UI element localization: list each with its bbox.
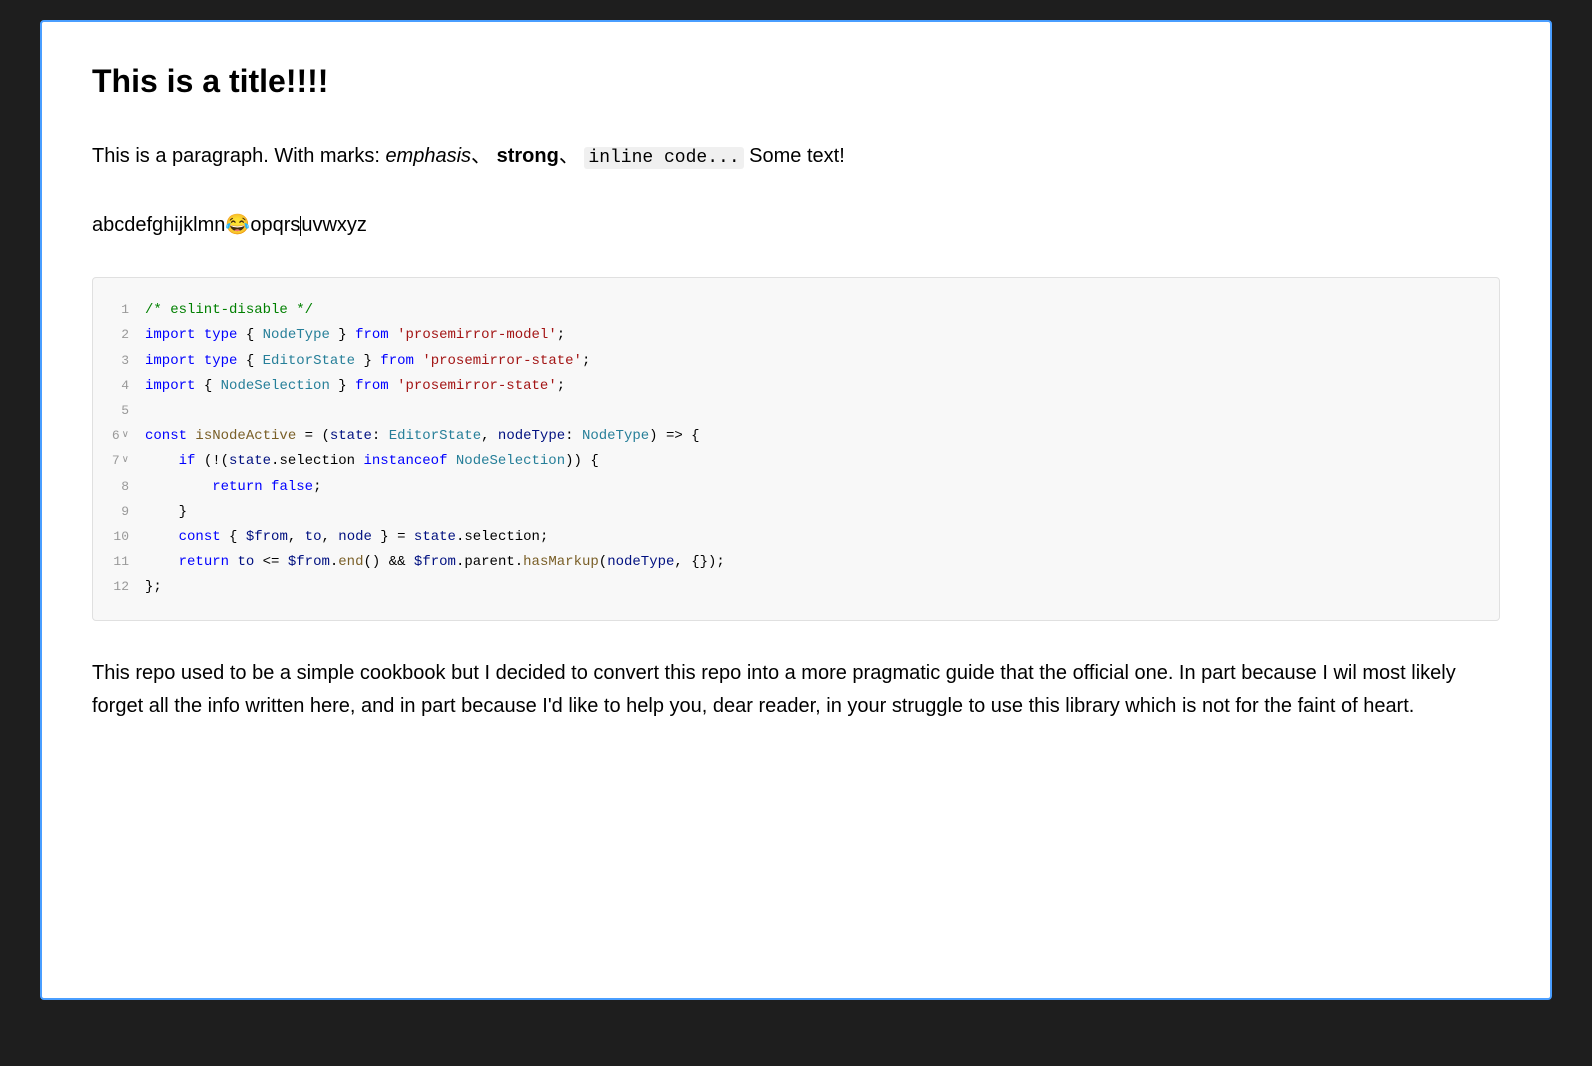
line-number-4: 4 — [109, 374, 145, 397]
emphasis-text: emphasis — [385, 145, 471, 167]
code-line-1: 1 /* eslint-disable */ — [109, 298, 1483, 323]
line-content-11: return to <= $from.end() && $from.parent… — [145, 550, 1483, 575]
line-content-3: import type { EditorState } from 'prosem… — [145, 349, 1483, 374]
line-number-1: 1 — [109, 298, 145, 321]
alphabet-middle: opqrs — [250, 214, 300, 236]
comma1: 、 — [471, 145, 491, 167]
line-number-7: 7 ∨ — [109, 449, 145, 472]
line-number-9: 9 — [109, 500, 145, 523]
code-line-3: 3 import type { EditorState } from 'pros… — [109, 349, 1483, 374]
document-title: This is a title!!!! — [92, 62, 1500, 100]
line-number-11: 11 — [109, 550, 145, 573]
code-line-8: 8 return false; — [109, 475, 1483, 500]
code-line-7: 7 ∨ if (!(state.selection instanceof Nod… — [109, 449, 1483, 474]
paragraph-with-marks: This is a paragraph. With marks: emphasi… — [92, 140, 1500, 173]
alphabet-line: abcdefghijklmn😂opqrsuvwxyz — [92, 209, 1500, 241]
line-number-2: 2 — [109, 323, 145, 346]
line-content-8: return false; — [145, 475, 1483, 500]
comma2: 、 — [559, 145, 579, 167]
line-content-9: } — [145, 500, 1483, 525]
line-number-8: 8 — [109, 475, 145, 498]
strong-text: strong — [497, 145, 559, 167]
emoji-char: 😂 — [225, 214, 250, 236]
line-content-10: const { $from, to, node } = state.select… — [145, 525, 1483, 550]
line-number-3: 3 — [109, 349, 145, 372]
paragraph-suffix: Some text! — [744, 145, 845, 167]
code-line-12: 12 }; — [109, 575, 1483, 600]
code-line-2: 2 import type { NodeType } from 'prosemi… — [109, 323, 1483, 348]
editor-area[interactable]: This is a title!!!! This is a paragraph.… — [40, 20, 1552, 1000]
code-line-5: 5 — [109, 399, 1483, 424]
line-content-12: }; — [145, 575, 1483, 600]
line-content-7: if (!(state.selection instanceof NodeSel… — [145, 449, 1483, 474]
line-content-1: /* eslint-disable */ — [145, 298, 1483, 323]
code-block: 1 /* eslint-disable */ 2 import type { N… — [92, 277, 1500, 621]
code-line-6: 6 ∨ const isNodeActive = (state: EditorS… — [109, 424, 1483, 449]
alphabet-prefix: abcdefghijklmn — [92, 214, 225, 236]
code-line-11: 11 return to <= $from.end() && $from.par… — [109, 550, 1483, 575]
line-number-12: 12 — [109, 575, 145, 598]
line-number-6: 6 ∨ — [109, 424, 145, 447]
line-content-4: import { NodeSelection } from 'prosemirr… — [145, 374, 1483, 399]
code-line-4: 4 import { NodeSelection } from 'prosemi… — [109, 374, 1483, 399]
inline-code-text: inline code... — [584, 147, 743, 169]
alphabet-rest: uvwxyz — [301, 214, 367, 236]
line-content-2: import type { NodeType } from 'prosemirr… — [145, 323, 1483, 348]
paragraph-prefix: This is a paragraph. With marks: — [92, 145, 385, 167]
bottom-paragraph: This repo used to be a simple cookbook b… — [92, 657, 1500, 723]
code-line-10: 10 const { $from, to, node } = state.sel… — [109, 525, 1483, 550]
line-number-10: 10 — [109, 525, 145, 548]
line-content-5 — [145, 399, 1483, 424]
code-line-9: 9 } — [109, 500, 1483, 525]
line-content-6: const isNodeActive = (state: EditorState… — [145, 424, 1483, 449]
line-number-5: 5 — [109, 399, 145, 422]
